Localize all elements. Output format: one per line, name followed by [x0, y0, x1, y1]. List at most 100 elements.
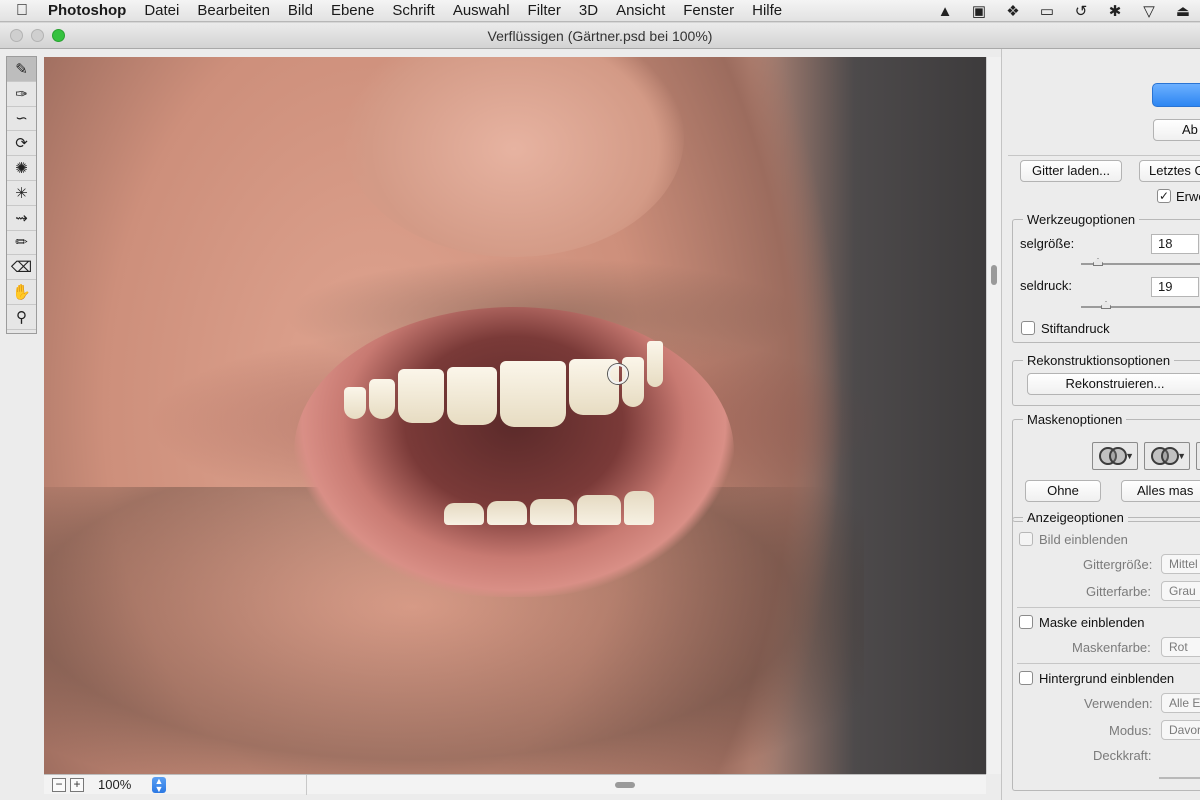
airplay-icon[interactable]: ▭ [1030, 2, 1064, 20]
mask-replace-icon [1099, 447, 1127, 465]
show-mask-checkbox[interactable] [1019, 615, 1033, 629]
close-window-button[interactable] [10, 29, 23, 42]
view-options-divider [1017, 663, 1200, 664]
zoom-window-button[interactable] [52, 29, 65, 42]
mask-replace-selection-button[interactable]: ▼ [1092, 442, 1138, 470]
mode-select[interactable]: Davor [1161, 720, 1200, 740]
show-backdrop-label: Hintergrund einblenden [1039, 671, 1175, 686]
zoom-in-button[interactable]: + [70, 778, 84, 792]
minimize-window-button[interactable] [31, 29, 44, 42]
menu-fenster[interactable]: Fenster [674, 2, 743, 19]
photo-mouth [294, 307, 734, 597]
zoom-level-field[interactable]: 100% [98, 776, 158, 794]
use-layer-select[interactable]: Alle E [1161, 693, 1200, 713]
mask-add-icon [1151, 447, 1179, 465]
photo-lower-teeth [444, 485, 684, 525]
liquify-options-panel: Ab Gitter laden... Letztes G ✓ Erwe Werk… [1001, 49, 1200, 800]
vertical-scrollbar[interactable] [986, 57, 1001, 774]
hat-icon[interactable]: ▲ [928, 3, 962, 20]
brush-pressure-input[interactable]: 19 [1151, 277, 1199, 297]
mask-all-button[interactable]: Alles mas [1121, 480, 1200, 502]
view-options-legend: Anzeigeoptionen [1023, 510, 1128, 525]
stylus-pressure-checkbox[interactable] [1021, 321, 1035, 335]
freeze-mask-tool-icon[interactable]: ✏ [7, 231, 36, 256]
menu-hilfe[interactable]: Hilfe [743, 2, 791, 19]
menu-ebene[interactable]: Ebene [322, 2, 383, 19]
opacity-slider[interactable] [1159, 777, 1200, 779]
window-titlebar[interactable]: Verflüssigen (Gärtner.psd bei 100%) [0, 23, 1200, 49]
smooth-tool-icon[interactable]: ∽ [7, 107, 36, 132]
mesh-color-select[interactable]: Grau [1161, 581, 1200, 601]
ok-button[interactable] [1152, 83, 1200, 107]
menu-filter[interactable]: Filter [519, 2, 570, 19]
load-mesh-button[interactable]: Gitter laden... [1020, 160, 1122, 182]
reconstruct-options-legend: Rekonstruktionsoptionen [1023, 353, 1175, 368]
time-machine-icon[interactable]: ↺ [1064, 2, 1098, 20]
wifi-icon[interactable]: ▽ [1132, 2, 1166, 20]
reconstruct-tool-icon[interactable]: ✑ [7, 82, 36, 107]
forward-warp-tool-icon[interactable]: ✎ [7, 57, 36, 82]
window-controls [10, 29, 65, 42]
vertical-scroll-thumb[interactable] [991, 265, 997, 285]
twirl-tool-icon[interactable]: ⟳ [7, 131, 36, 157]
hand-tool-icon[interactable]: ✋ [7, 280, 36, 305]
zoom-tool-icon[interactable]: ⚲ [7, 305, 36, 330]
photo-nose [344, 57, 684, 257]
bloat-tool-icon[interactable]: ✳ [7, 181, 36, 206]
mask-options-legend: Maskenoptionen [1023, 412, 1127, 427]
thaw-mask-tool-icon[interactable]: ⌫ [7, 255, 36, 281]
view-options-group: Anzeigeoptionen Bild einblenden Gittergr… [1012, 510, 1200, 791]
brush-size-input[interactable]: 18 [1151, 234, 1199, 254]
last-mesh-button[interactable]: Letztes G [1139, 160, 1200, 182]
menu-ansicht[interactable]: Ansicht [607, 2, 674, 19]
menu-schrift[interactable]: Schrift [383, 2, 444, 19]
view-options-divider [1017, 607, 1200, 608]
mask-subtract-selection-button[interactable] [1196, 442, 1200, 470]
menu-bar:  Photoshop Datei Bearbeiten Bild Ebene … [0, 0, 1200, 22]
menu-bearbeiten[interactable]: Bearbeiten [188, 2, 279, 19]
chevron-down-icon: ▼ [1177, 451, 1186, 461]
menu-auswahl[interactable]: Auswahl [444, 2, 519, 19]
apple-menu-icon[interactable]:  [0, 2, 44, 20]
liquify-window: Verflüssigen (Gärtner.psd bei 100%) ✎ ✑ … [0, 23, 1200, 800]
eject-icon[interactable]: ⏏ [1166, 2, 1200, 20]
show-image-checkbox[interactable] [1019, 532, 1033, 546]
mesh-size-select[interactable]: Mittel [1161, 554, 1200, 574]
reconstruct-button[interactable]: Rekonstruieren... [1027, 373, 1200, 395]
display-icon[interactable]: ▣ [962, 2, 996, 20]
photo-upper-teeth [344, 341, 684, 427]
menu-3d[interactable]: 3D [570, 2, 607, 19]
use-label: Verwenden: [1084, 696, 1153, 711]
stylus-pressure-label: Stiftandruck [1041, 321, 1110, 336]
chevron-down-icon: ▼ [1125, 451, 1134, 461]
menu-bild[interactable]: Bild [279, 2, 322, 19]
menu-app-photoshop[interactable]: Photoshop [44, 2, 135, 19]
reconstruct-options-group: Rekonstruktionsoptionen Rekonstruieren..… [1012, 353, 1200, 406]
horizontal-scrollbar[interactable] [306, 775, 986, 795]
pucker-tool-icon[interactable]: ✺ [7, 156, 36, 181]
show-mask-label: Maske einblenden [1039, 615, 1145, 630]
zoom-out-button[interactable]: − [52, 778, 66, 792]
brush-size-slider-knob[interactable] [1093, 258, 1103, 266]
brush-pressure-slider-knob[interactable] [1101, 301, 1111, 309]
bluetooth-icon[interactable]: ✱ [1098, 2, 1132, 20]
advanced-mode-checkbox[interactable]: ✓ [1157, 189, 1171, 203]
cancel-button[interactable]: Ab [1153, 119, 1200, 141]
mask-none-button[interactable]: Ohne [1025, 480, 1101, 502]
brush-size-label: selgröße: [1020, 236, 1075, 251]
panel-divider [1008, 155, 1200, 156]
opacity-label: Deckkraft: [1093, 748, 1152, 763]
zoom-dropdown-icon[interactable]: ▲ ▼ [152, 777, 166, 794]
dropbox-icon[interactable]: ❖ [996, 2, 1030, 20]
push-left-tool-icon[interactable]: ⇝ [7, 206, 36, 231]
show-backdrop-checkbox[interactable] [1019, 671, 1033, 685]
show-image-label: Bild einblenden [1039, 532, 1128, 547]
brush-pressure-slider[interactable] [1081, 306, 1200, 308]
brush-pressure-label: seldruck: [1020, 278, 1073, 293]
image-preview-canvas[interactable] [44, 57, 986, 774]
tool-options-legend: Werkzeugoptionen [1023, 212, 1140, 227]
mask-color-select[interactable]: Rot [1161, 637, 1200, 657]
menu-datei[interactable]: Datei [135, 2, 188, 19]
mask-add-selection-button[interactable]: ▼ [1144, 442, 1190, 470]
horizontal-scroll-thumb[interactable] [615, 782, 635, 788]
